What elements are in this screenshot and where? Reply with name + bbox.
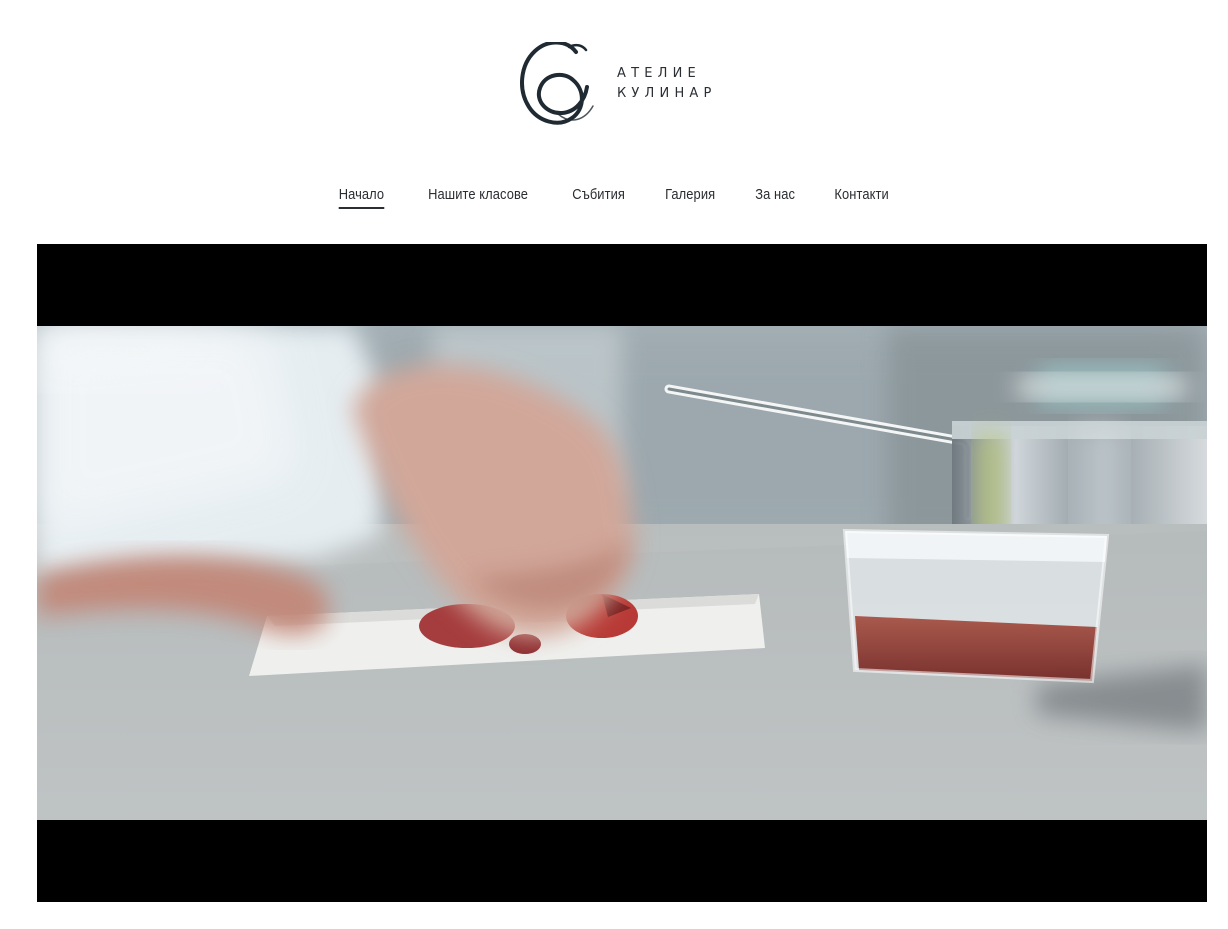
hero-video-player[interactable] bbox=[37, 244, 1207, 902]
brand-line-1: АТЕЛИЕ bbox=[617, 66, 701, 81]
brand-line-2: КУЛИНАР bbox=[617, 86, 717, 101]
kitchen-scene-image bbox=[37, 326, 1207, 820]
video-letterbox-bottom bbox=[37, 820, 1207, 902]
nav-events[interactable]: Събития bbox=[572, 186, 625, 209]
atelier-logo-icon bbox=[520, 42, 594, 125]
nav-classes[interactable]: Нашите класове bbox=[428, 186, 528, 209]
nav-gallery[interactable]: Галерия bbox=[665, 186, 715, 209]
video-letterbox-top bbox=[37, 244, 1207, 326]
brand-name: АТЕЛИЕ КУЛИНАР bbox=[617, 64, 717, 104]
cooking-video-frame bbox=[37, 326, 1207, 820]
nav-about[interactable]: За нас bbox=[755, 186, 795, 209]
nav-home[interactable]: Начало bbox=[338, 186, 384, 209]
nav-contacts[interactable]: Контакти bbox=[834, 186, 888, 209]
main-navigation: Начало Нашите класове Събития Галерия За… bbox=[0, 186, 1228, 220]
brand-logo[interactable]: АТЕЛИЕ КУЛИНАР bbox=[519, 42, 729, 126]
